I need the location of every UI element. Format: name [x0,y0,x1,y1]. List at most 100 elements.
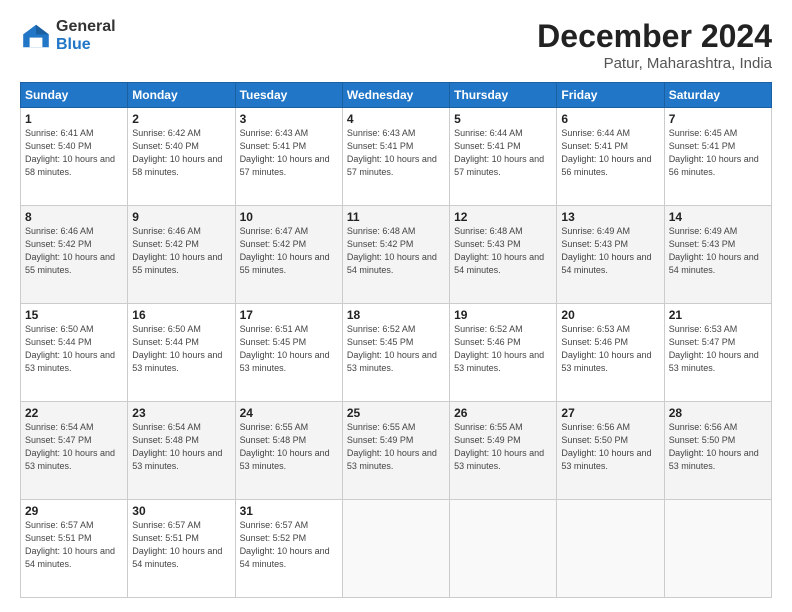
day-number: 12 [454,210,552,224]
table-cell: 5 Sunrise: 6:44 AMSunset: 5:41 PMDayligh… [450,108,557,206]
day-info: Sunrise: 6:43 AMSunset: 5:41 PMDaylight:… [347,128,437,177]
week-row-5: 29 Sunrise: 6:57 AMSunset: 5:51 PMDaylig… [21,500,772,598]
table-cell: 7 Sunrise: 6:45 AMSunset: 5:41 PMDayligh… [664,108,771,206]
logo-text: General Blue [56,18,116,53]
day-number: 30 [132,504,230,518]
day-info: Sunrise: 6:54 AMSunset: 5:48 PMDaylight:… [132,422,222,471]
day-info: Sunrise: 6:55 AMSunset: 5:49 PMDaylight:… [347,422,437,471]
day-number: 13 [561,210,659,224]
table-cell: 3 Sunrise: 6:43 AMSunset: 5:41 PMDayligh… [235,108,342,206]
day-info: Sunrise: 6:51 AMSunset: 5:45 PMDaylight:… [240,324,330,373]
table-cell: 23 Sunrise: 6:54 AMSunset: 5:48 PMDaylig… [128,402,235,500]
day-number: 11 [347,210,445,224]
day-number: 20 [561,308,659,322]
week-row-1: 1 Sunrise: 6:41 AMSunset: 5:40 PMDayligh… [21,108,772,206]
logo-general: General [56,18,116,36]
col-wednesday: Wednesday [342,83,449,108]
day-info: Sunrise: 6:47 AMSunset: 5:42 PMDaylight:… [240,226,330,275]
day-info: Sunrise: 6:54 AMSunset: 5:47 PMDaylight:… [25,422,115,471]
day-number: 22 [25,406,123,420]
day-info: Sunrise: 6:53 AMSunset: 5:47 PMDaylight:… [669,324,759,373]
day-number: 18 [347,308,445,322]
day-info: Sunrise: 6:56 AMSunset: 5:50 PMDaylight:… [669,422,759,471]
day-info: Sunrise: 6:49 AMSunset: 5:43 PMDaylight:… [669,226,759,275]
day-info: Sunrise: 6:46 AMSunset: 5:42 PMDaylight:… [25,226,115,275]
table-cell: 2 Sunrise: 6:42 AMSunset: 5:40 PMDayligh… [128,108,235,206]
table-cell: 21 Sunrise: 6:53 AMSunset: 5:47 PMDaylig… [664,304,771,402]
col-friday: Friday [557,83,664,108]
table-cell: 25 Sunrise: 6:55 AMSunset: 5:49 PMDaylig… [342,402,449,500]
day-info: Sunrise: 6:57 AMSunset: 5:52 PMDaylight:… [240,520,330,569]
day-info: Sunrise: 6:52 AMSunset: 5:45 PMDaylight:… [347,324,437,373]
table-cell: 12 Sunrise: 6:48 AMSunset: 5:43 PMDaylig… [450,206,557,304]
day-info: Sunrise: 6:48 AMSunset: 5:42 PMDaylight:… [347,226,437,275]
day-number: 29 [25,504,123,518]
logo-icon [20,20,52,52]
table-cell: 29 Sunrise: 6:57 AMSunset: 5:51 PMDaylig… [21,500,128,598]
day-info: Sunrise: 6:50 AMSunset: 5:44 PMDaylight:… [132,324,222,373]
day-number: 8 [25,210,123,224]
day-number: 6 [561,112,659,126]
day-number: 4 [347,112,445,126]
day-info: Sunrise: 6:57 AMSunset: 5:51 PMDaylight:… [25,520,115,569]
table-cell: 18 Sunrise: 6:52 AMSunset: 5:45 PMDaylig… [342,304,449,402]
day-info: Sunrise: 6:55 AMSunset: 5:48 PMDaylight:… [240,422,330,471]
table-cell: 28 Sunrise: 6:56 AMSunset: 5:50 PMDaylig… [664,402,771,500]
table-cell: 24 Sunrise: 6:55 AMSunset: 5:48 PMDaylig… [235,402,342,500]
day-number: 9 [132,210,230,224]
week-row-4: 22 Sunrise: 6:54 AMSunset: 5:47 PMDaylig… [21,402,772,500]
day-info: Sunrise: 6:44 AMSunset: 5:41 PMDaylight:… [561,128,651,177]
location: Patur, Maharashtra, India [537,55,772,72]
col-tuesday: Tuesday [235,83,342,108]
table-cell: 9 Sunrise: 6:46 AMSunset: 5:42 PMDayligh… [128,206,235,304]
day-number: 14 [669,210,767,224]
table-cell: 20 Sunrise: 6:53 AMSunset: 5:46 PMDaylig… [557,304,664,402]
day-info: Sunrise: 6:49 AMSunset: 5:43 PMDaylight:… [561,226,651,275]
month-title: December 2024 [537,18,772,55]
table-cell [557,500,664,598]
col-sunday: Sunday [21,83,128,108]
table-cell [664,500,771,598]
day-number: 24 [240,406,338,420]
table-cell [342,500,449,598]
day-number: 1 [25,112,123,126]
week-row-2: 8 Sunrise: 6:46 AMSunset: 5:42 PMDayligh… [21,206,772,304]
day-number: 2 [132,112,230,126]
day-info: Sunrise: 6:46 AMSunset: 5:42 PMDaylight:… [132,226,222,275]
day-number: 25 [347,406,445,420]
table-cell: 22 Sunrise: 6:54 AMSunset: 5:47 PMDaylig… [21,402,128,500]
day-info: Sunrise: 6:53 AMSunset: 5:46 PMDaylight:… [561,324,651,373]
table-cell: 30 Sunrise: 6:57 AMSunset: 5:51 PMDaylig… [128,500,235,598]
table-cell: 15 Sunrise: 6:50 AMSunset: 5:44 PMDaylig… [21,304,128,402]
logo: General Blue [20,18,116,53]
day-info: Sunrise: 6:41 AMSunset: 5:40 PMDaylight:… [25,128,115,177]
table-cell: 16 Sunrise: 6:50 AMSunset: 5:44 PMDaylig… [128,304,235,402]
table-cell: 6 Sunrise: 6:44 AMSunset: 5:41 PMDayligh… [557,108,664,206]
day-info: Sunrise: 6:55 AMSunset: 5:49 PMDaylight:… [454,422,544,471]
day-info: Sunrise: 6:57 AMSunset: 5:51 PMDaylight:… [132,520,222,569]
table-cell: 10 Sunrise: 6:47 AMSunset: 5:42 PMDaylig… [235,206,342,304]
day-number: 26 [454,406,552,420]
day-info: Sunrise: 6:43 AMSunset: 5:41 PMDaylight:… [240,128,330,177]
table-cell: 8 Sunrise: 6:46 AMSunset: 5:42 PMDayligh… [21,206,128,304]
col-saturday: Saturday [664,83,771,108]
table-cell: 4 Sunrise: 6:43 AMSunset: 5:41 PMDayligh… [342,108,449,206]
day-info: Sunrise: 6:48 AMSunset: 5:43 PMDaylight:… [454,226,544,275]
day-info: Sunrise: 6:44 AMSunset: 5:41 PMDaylight:… [454,128,544,177]
logo-blue: Blue [56,36,116,54]
day-number: 21 [669,308,767,322]
day-info: Sunrise: 6:52 AMSunset: 5:46 PMDaylight:… [454,324,544,373]
week-row-3: 15 Sunrise: 6:50 AMSunset: 5:44 PMDaylig… [21,304,772,402]
table-cell: 26 Sunrise: 6:55 AMSunset: 5:49 PMDaylig… [450,402,557,500]
day-number: 16 [132,308,230,322]
day-number: 28 [669,406,767,420]
col-monday: Monday [128,83,235,108]
title-section: December 2024 Patur, Maharashtra, India [537,18,772,72]
col-thursday: Thursday [450,83,557,108]
day-number: 7 [669,112,767,126]
page: General Blue December 2024 Patur, Mahara… [0,0,792,612]
header: General Blue December 2024 Patur, Mahara… [20,18,772,72]
day-info: Sunrise: 6:45 AMSunset: 5:41 PMDaylight:… [669,128,759,177]
day-number: 17 [240,308,338,322]
table-cell: 31 Sunrise: 6:57 AMSunset: 5:52 PMDaylig… [235,500,342,598]
